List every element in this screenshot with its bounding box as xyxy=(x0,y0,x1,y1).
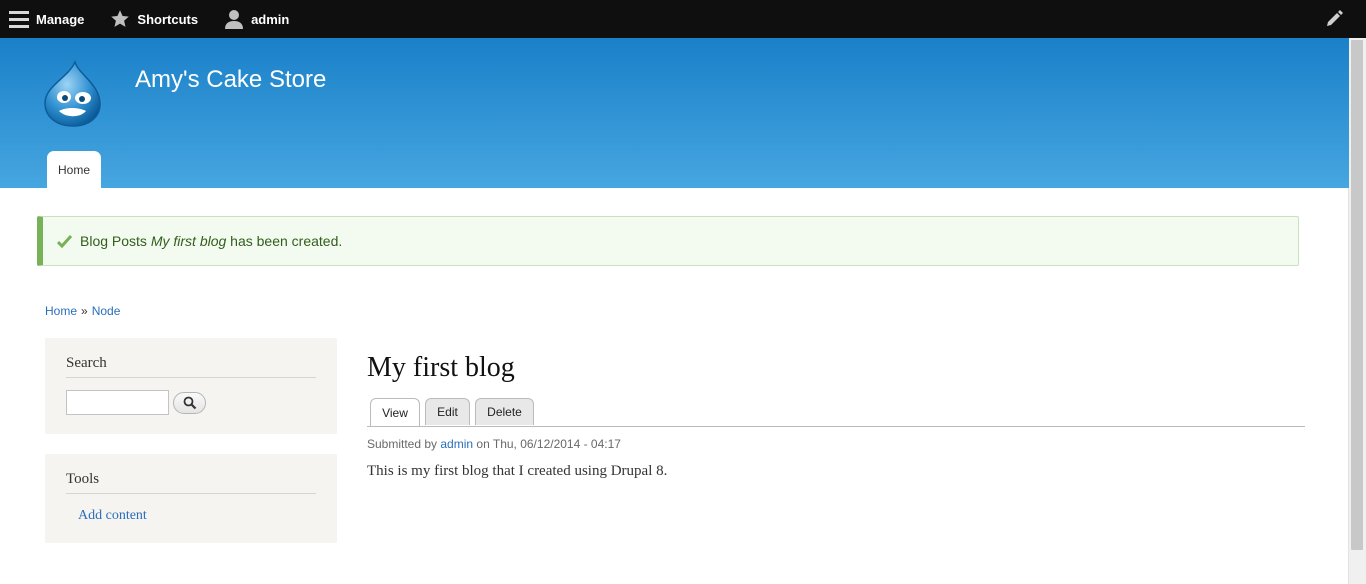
user-label: admin xyxy=(251,11,290,27)
submitted-date: on Thu, 06/12/2014 - 04:17 xyxy=(473,437,621,451)
local-tasks-tabs: View Edit Delete xyxy=(367,398,1305,427)
tab-delete[interactable]: Delete xyxy=(475,398,534,425)
user-icon xyxy=(224,9,244,29)
breadcrumb-separator: » xyxy=(81,304,88,318)
add-content-link[interactable]: Add content xyxy=(78,508,147,524)
message-suffix: has been created. xyxy=(226,233,343,249)
pencil-icon xyxy=(1324,9,1344,29)
search-input[interactable] xyxy=(66,390,169,415)
breadcrumb-home-link[interactable]: Home xyxy=(45,304,77,318)
magnifier-icon xyxy=(183,396,197,410)
shortcuts-label: Shortcuts xyxy=(137,11,199,27)
node-body: This is my first blog that I created usi… xyxy=(367,463,668,479)
checkmark-icon xyxy=(57,234,72,248)
status-message: Blog Posts My first blog has been create… xyxy=(37,216,1299,266)
star-icon xyxy=(110,9,130,29)
hamburger-icon xyxy=(9,10,29,28)
vertical-scrollbar[interactable] xyxy=(1348,38,1366,584)
manage-menu-button[interactable]: Manage xyxy=(9,0,84,38)
admin-toolbar: Manage Shortcuts admin xyxy=(0,0,1366,38)
tab-view[interactable]: View xyxy=(370,398,420,426)
search-button[interactable] xyxy=(173,392,206,414)
breadcrumb-node-link[interactable]: Node xyxy=(92,304,121,318)
scrollbar-thumb[interactable] xyxy=(1351,40,1363,550)
search-block: Search xyxy=(45,338,337,434)
edit-mode-button[interactable] xyxy=(1324,0,1344,38)
user-menu-button[interactable]: admin xyxy=(224,0,289,38)
drupal-logo[interactable] xyxy=(42,59,104,128)
message-prefix: Blog Posts xyxy=(80,233,151,249)
submitted-info: Submitted by admin on Thu, 06/12/2014 - … xyxy=(367,437,621,451)
author-link[interactable]: admin xyxy=(440,437,473,451)
shortcuts-menu-button[interactable]: Shortcuts xyxy=(110,0,198,38)
tools-block: Tools Add content xyxy=(45,454,337,543)
breadcrumb: Home » Node xyxy=(45,304,120,318)
search-block-title: Search xyxy=(66,355,316,378)
site-header: Amy's Cake Store Home xyxy=(0,38,1349,188)
tab-edit[interactable]: Edit xyxy=(425,398,470,425)
site-name-link[interactable]: Amy's Cake Store xyxy=(135,66,326,94)
nav-tab-home[interactable]: Home xyxy=(47,151,101,188)
submitted-prefix: Submitted by xyxy=(367,437,441,451)
message-title: My first blog xyxy=(150,233,227,249)
page-title: My first blog xyxy=(367,352,515,383)
tools-block-title: Tools xyxy=(66,471,316,494)
manage-label: Manage xyxy=(36,11,85,27)
